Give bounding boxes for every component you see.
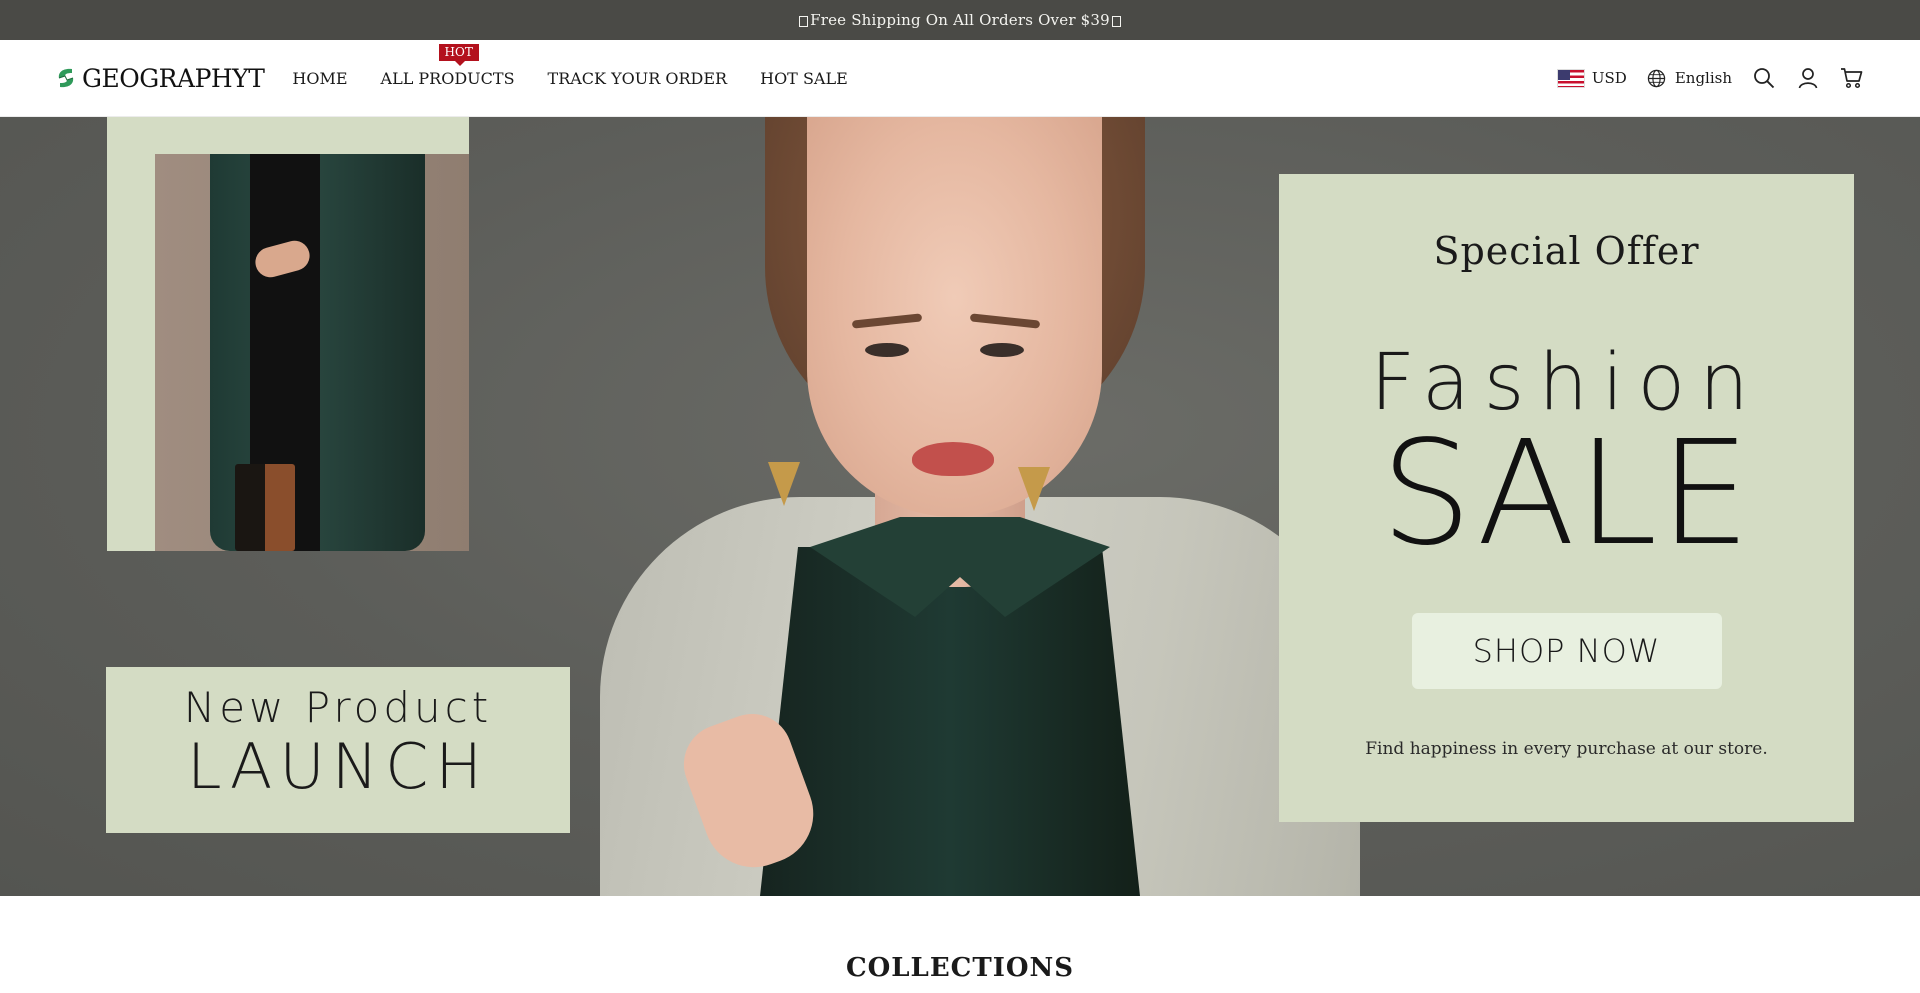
- account-icon: [1798, 68, 1818, 89]
- launch-title: LAUNCH: [186, 730, 490, 803]
- globe-icon: [1647, 69, 1666, 87]
- earring-icon: [1018, 467, 1050, 511]
- launch-panel: New Product LAUNCH: [106, 667, 570, 833]
- language-label: English: [1674, 69, 1732, 87]
- shop-now-button[interactable]: SHOP NOW: [1411, 613, 1722, 689]
- cart-icon: [1841, 68, 1863, 89]
- glyph-box-icon: [799, 15, 809, 27]
- nav-hot-sale[interactable]: HOT SALE: [760, 69, 848, 88]
- logo-icon: [58, 68, 74, 88]
- launch-subtitle: New Product: [183, 683, 493, 732]
- hot-badge: HOT: [438, 43, 479, 66]
- offer-panel: Special Offer Fashion SALE SHOP NOW Find…: [1279, 174, 1854, 822]
- logo-text: GEOGRAPHYT: [82, 63, 265, 93]
- site-header: GEOGRAPHYT HOME HOT ALL PRODUCTS TRACK Y…: [0, 40, 1920, 117]
- handbag-shape: [235, 464, 295, 551]
- header-actions: USD English: [1556, 66, 1864, 90]
- nav-all-products[interactable]: HOT ALL PRODUCTS: [380, 43, 515, 88]
- nav-home[interactable]: HOME: [292, 69, 347, 88]
- model-eye: [865, 343, 909, 357]
- currency-selector[interactable]: USD: [1556, 68, 1627, 88]
- earring-icon: [768, 462, 800, 506]
- announcement-bar: Free Shipping On All Orders Over $39: [0, 0, 1920, 40]
- collections-title: COLLECTIONS: [845, 953, 1075, 983]
- model-shirt: [760, 547, 1140, 896]
- currency-label: USD: [1591, 69, 1627, 87]
- model-eye: [980, 343, 1024, 357]
- announcement-text: Free Shipping On All Orders Over $39: [810, 11, 1110, 29]
- offer-sale-text: SALE: [1380, 409, 1753, 577]
- cart-button[interactable]: [1840, 66, 1864, 90]
- language-selector[interactable]: English: [1647, 69, 1732, 88]
- glyph-box-icon: [1111, 15, 1121, 27]
- model-lips: [912, 442, 994, 476]
- nav-track-order[interactable]: TRACK YOUR ORDER: [548, 69, 728, 88]
- search-button[interactable]: [1752, 66, 1776, 90]
- collections-section: COLLECTIONS: [0, 896, 1920, 993]
- offer-title: Special Offer: [1433, 229, 1700, 273]
- offer-tagline: Find happiness in every purchase at our …: [1365, 739, 1768, 759]
- hero-model-image: [560, 117, 1360, 896]
- flag-us-icon: [1556, 68, 1585, 88]
- nav-all-products-label: ALL PRODUCTS: [380, 68, 515, 88]
- main-nav: HOME HOT ALL PRODUCTS TRACK YOUR ORDER H…: [292, 43, 848, 88]
- search-icon: [1754, 68, 1775, 89]
- account-button[interactable]: [1796, 66, 1820, 90]
- hero-banner[interactable]: New Product LAUNCH Special Offer Fashion…: [0, 117, 1920, 896]
- hero-photo-coat: [155, 154, 469, 551]
- site-logo[interactable]: GEOGRAPHYT: [56, 63, 265, 93]
